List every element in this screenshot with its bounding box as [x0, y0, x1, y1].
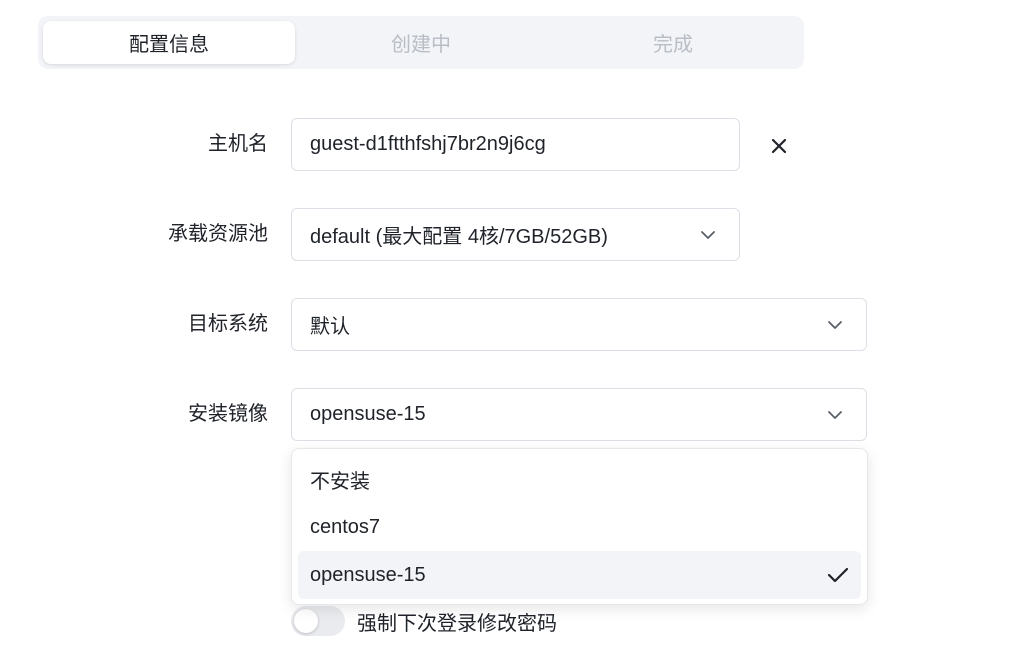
step-label: 完成 [653, 34, 693, 56]
hostname-label: 主机名 [208, 133, 268, 155]
resource-pool-value: default (最大配置 4核/7GB/52GB) [310, 226, 608, 248]
option-label: 不安装 [310, 470, 370, 493]
hostname-input[interactable] [310, 133, 721, 156]
install-image-label: 安装镜像 [188, 403, 268, 425]
force-password-change-label: 强制下次登录修改密码 [357, 612, 557, 635]
option-label: centos7 [310, 515, 381, 538]
chevron-down-icon [826, 406, 844, 424]
force-password-change-row: 强制下次登录修改密码 [291, 604, 557, 638]
option-label: opensuse-15 [310, 563, 426, 586]
clear-hostname-button[interactable] [765, 132, 793, 160]
resource-pool-label: 承载资源池 [168, 223, 268, 245]
step-config-info: 配置信息 [43, 21, 295, 64]
step-progress: 配置信息 创建中 完成 [38, 16, 804, 69]
target-os-value: 默认 [310, 316, 350, 338]
install-image-value: opensuse-15 [310, 403, 426, 425]
image-option-none[interactable]: 不安装 [298, 455, 861, 503]
chevron-down-icon [826, 316, 844, 334]
image-option-opensuse-15[interactable]: opensuse-15 [298, 551, 861, 599]
step-label: 创建中 [391, 34, 451, 56]
check-icon [827, 567, 849, 583]
close-icon [771, 138, 787, 154]
toggle-knob [294, 609, 318, 633]
step-complete: 完成 [547, 21, 799, 64]
install-image-select[interactable]: opensuse-15 [291, 388, 867, 441]
target-os-select[interactable]: 默认 [291, 298, 867, 351]
hostname-field[interactable] [291, 118, 740, 171]
install-image-dropdown: 不安装 centos7 opensuse-15 [291, 448, 868, 605]
target-os-label: 目标系统 [188, 313, 268, 335]
step-label: 配置信息 [129, 34, 209, 56]
chevron-down-icon [699, 226, 717, 244]
image-option-centos7[interactable]: centos7 [298, 503, 861, 551]
step-creating: 创建中 [295, 21, 547, 64]
force-password-change-toggle[interactable] [291, 606, 345, 636]
resource-pool-select[interactable]: default (最大配置 4核/7GB/52GB) [291, 208, 740, 261]
